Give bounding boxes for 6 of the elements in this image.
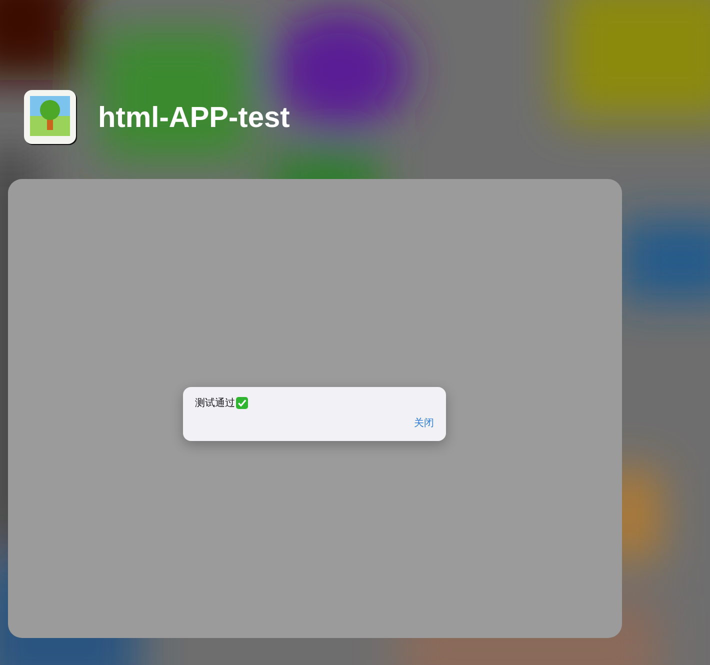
close-button[interactable]: 关闭 <box>414 416 434 430</box>
app-title: html-APP-test <box>98 102 290 134</box>
app-card[interactable]: 测试通过 关闭 <box>8 179 622 638</box>
alert-message: 测试通过 <box>195 396 235 410</box>
app-icon <box>24 90 80 146</box>
check-icon <box>236 397 248 409</box>
